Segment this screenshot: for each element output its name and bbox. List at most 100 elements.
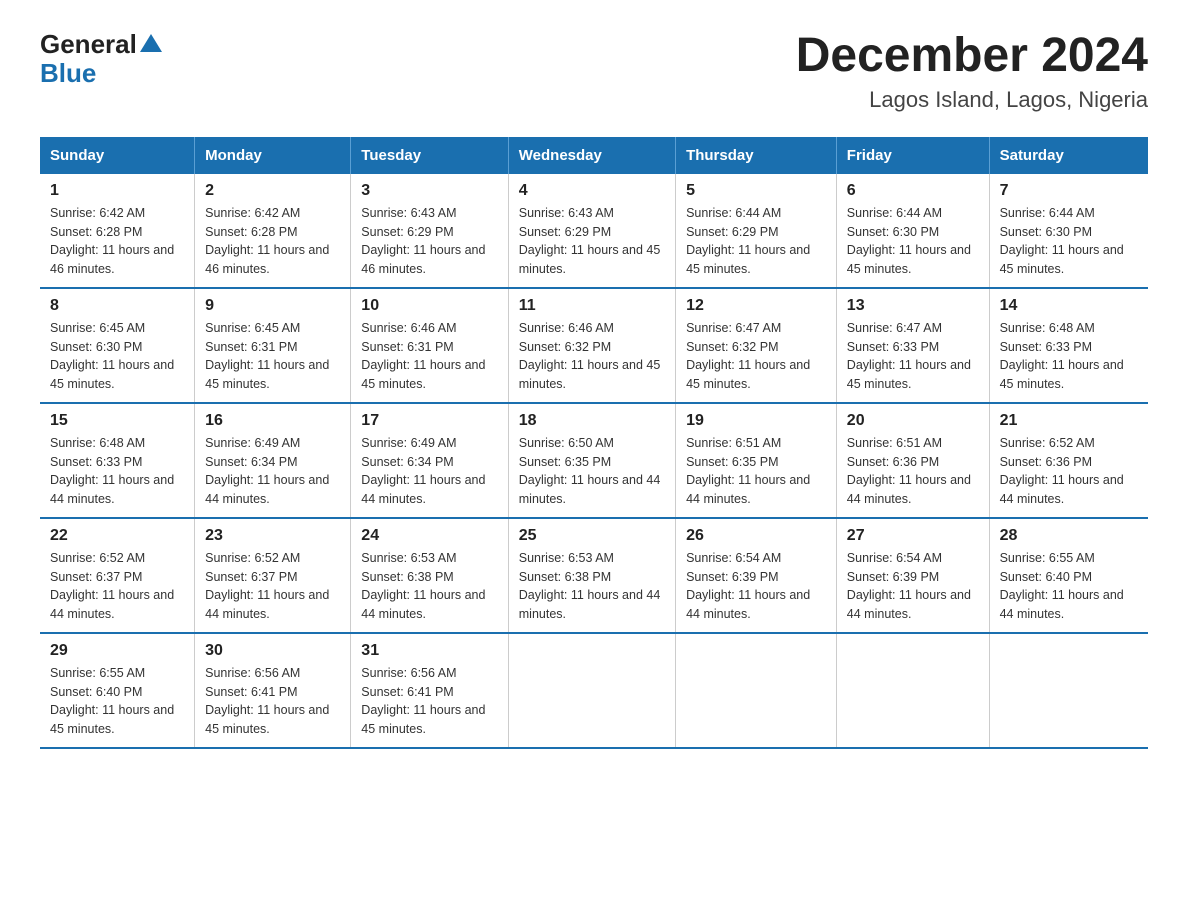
day-info: Sunrise: 6:48 AMSunset: 6:33 PMDaylight:… [1000, 319, 1138, 394]
calendar-cell: 21Sunrise: 6:52 AMSunset: 6:36 PMDayligh… [989, 403, 1148, 518]
day-number: 17 [361, 412, 497, 430]
day-info: Sunrise: 6:45 AMSunset: 6:30 PMDaylight:… [50, 319, 184, 394]
calendar-cell [836, 633, 989, 748]
header-saturday: Saturday [989, 137, 1148, 174]
day-info: Sunrise: 6:55 AMSunset: 6:40 PMDaylight:… [50, 664, 184, 739]
day-number: 30 [205, 642, 340, 660]
header-monday: Monday [195, 137, 351, 174]
day-number: 10 [361, 297, 497, 315]
header-wednesday: Wednesday [508, 137, 675, 174]
title-block: December 2024 Lagos Island, Lagos, Niger… [796, 30, 1148, 113]
calendar-cell: 30 Sunrise: 6:56 AMSunset: 6:41 PMDayligh… [195, 633, 351, 748]
day-number: 22 [50, 527, 184, 545]
day-info: Sunrise: 6:52 AMSunset: 6:37 PMDaylight:… [205, 549, 340, 624]
day-info: Sunrise: 6:54 AMSunset: 6:39 PMDaylight:… [686, 549, 826, 624]
day-number: 23 [205, 527, 340, 545]
day-number: 5 [686, 182, 826, 200]
day-info: Sunrise: 6:43 AMSunset: 6:29 PMDaylight:… [519, 204, 665, 279]
day-number: 6 [847, 182, 979, 200]
header-friday: Friday [836, 137, 989, 174]
logo: General Blue [40, 30, 162, 87]
page-subtitle: Lagos Island, Lagos, Nigeria [796, 87, 1148, 113]
calendar-cell: 29 Sunrise: 6:55 AMSunset: 6:40 PMDayligh… [40, 633, 195, 748]
logo-general: General [40, 30, 137, 59]
day-info: Sunrise: 6:51 AMSunset: 6:35 PMDaylight:… [686, 434, 826, 509]
calendar-week-row: 1 Sunrise: 6:42 AMSunset: 6:28 PMDaylight… [40, 174, 1148, 288]
day-number: 11 [519, 297, 665, 315]
day-info: Sunrise: 6:42 AMSunset: 6:28 PMDaylight:… [205, 204, 340, 279]
calendar-cell [676, 633, 837, 748]
calendar-cell: 9 Sunrise: 6:45 AMSunset: 6:31 PMDaylight… [195, 288, 351, 403]
day-number: 7 [1000, 182, 1138, 200]
calendar-cell: 14Sunrise: 6:48 AMSunset: 6:33 PMDayligh… [989, 288, 1148, 403]
calendar-cell: 3 Sunrise: 6:43 AMSunset: 6:29 PMDaylight… [351, 174, 508, 288]
day-info: Sunrise: 6:49 AMSunset: 6:34 PMDaylight:… [361, 434, 497, 509]
day-info: Sunrise: 6:42 AMSunset: 6:28 PMDaylight:… [50, 204, 184, 279]
calendar-cell: 22 Sunrise: 6:52 AMSunset: 6:37 PMDayligh… [40, 518, 195, 633]
day-number: 19 [686, 412, 826, 430]
calendar-cell: 23 Sunrise: 6:52 AMSunset: 6:37 PMDayligh… [195, 518, 351, 633]
calendar-cell: 16Sunrise: 6:49 AMSunset: 6:34 PMDayligh… [195, 403, 351, 518]
day-number: 16 [205, 412, 340, 430]
day-number: 8 [50, 297, 184, 315]
day-number: 15 [50, 412, 184, 430]
day-info: Sunrise: 6:53 AMSunset: 6:38 PMDaylight:… [361, 549, 497, 624]
day-number: 3 [361, 182, 497, 200]
day-number: 26 [686, 527, 826, 545]
day-number: 2 [205, 182, 340, 200]
calendar-cell: 25 Sunrise: 6:53 AMSunset: 6:38 PMDayligh… [508, 518, 675, 633]
calendar-cell: 10 Sunrise: 6:46 AMSunset: 6:31 PMDayligh… [351, 288, 508, 403]
day-info: Sunrise: 6:52 AMSunset: 6:37 PMDaylight:… [50, 549, 184, 624]
day-number: 21 [1000, 412, 1138, 430]
calendar-cell: 31 Sunrise: 6:56 AMSunset: 6:41 PMDayligh… [351, 633, 508, 748]
day-info: Sunrise: 6:53 AMSunset: 6:38 PMDaylight:… [519, 549, 665, 624]
day-info: Sunrise: 6:46 AMSunset: 6:31 PMDaylight:… [361, 319, 497, 394]
calendar-table: SundayMondayTuesdayWednesdayThursdayFrid… [40, 137, 1148, 749]
day-number: 29 [50, 642, 184, 660]
day-number: 27 [847, 527, 979, 545]
calendar-cell: 26 Sunrise: 6:54 AMSunset: 6:39 PMDayligh… [676, 518, 837, 633]
day-number: 28 [1000, 527, 1138, 545]
day-number: 1 [50, 182, 184, 200]
calendar-cell: 8 Sunrise: 6:45 AMSunset: 6:30 PMDaylight… [40, 288, 195, 403]
calendar-cell [989, 633, 1148, 748]
day-info: Sunrise: 6:56 AMSunset: 6:41 PMDaylight:… [205, 664, 340, 739]
day-info: Sunrise: 6:46 AMSunset: 6:32 PMDaylight:… [519, 319, 665, 394]
calendar-cell: 18Sunrise: 6:50 AMSunset: 6:35 PMDayligh… [508, 403, 675, 518]
day-info: Sunrise: 6:56 AMSunset: 6:41 PMDaylight:… [361, 664, 497, 739]
day-number: 9 [205, 297, 340, 315]
day-info: Sunrise: 6:43 AMSunset: 6:29 PMDaylight:… [361, 204, 497, 279]
day-number: 4 [519, 182, 665, 200]
calendar-cell: 17 Sunrise: 6:49 AMSunset: 6:34 PMDayligh… [351, 403, 508, 518]
calendar-cell: 6 Sunrise: 6:44 AMSunset: 6:30 PMDaylight… [836, 174, 989, 288]
calendar-week-row: 15Sunrise: 6:48 AMSunset: 6:33 PMDayligh… [40, 403, 1148, 518]
day-info: Sunrise: 6:51 AMSunset: 6:36 PMDaylight:… [847, 434, 979, 509]
calendar-cell: 12Sunrise: 6:47 AMSunset: 6:32 PMDayligh… [676, 288, 837, 403]
calendar-cell: 15Sunrise: 6:48 AMSunset: 6:33 PMDayligh… [40, 403, 195, 518]
calendar-cell: 20 Sunrise: 6:51 AMSunset: 6:36 PMDayligh… [836, 403, 989, 518]
calendar-week-row: 22 Sunrise: 6:52 AMSunset: 6:37 PMDayligh… [40, 518, 1148, 633]
day-info: Sunrise: 6:44 AMSunset: 6:29 PMDaylight:… [686, 204, 826, 279]
day-info: Sunrise: 6:54 AMSunset: 6:39 PMDaylight:… [847, 549, 979, 624]
calendar-cell: 24 Sunrise: 6:53 AMSunset: 6:38 PMDayligh… [351, 518, 508, 633]
day-number: 31 [361, 642, 497, 660]
calendar-cell: 1 Sunrise: 6:42 AMSunset: 6:28 PMDaylight… [40, 174, 195, 288]
day-number: 20 [847, 412, 979, 430]
calendar-cell: 13 Sunrise: 6:47 AMSunset: 6:33 PMDayligh… [836, 288, 989, 403]
logo-blue: Blue [40, 59, 96, 88]
day-number: 24 [361, 527, 497, 545]
day-number: 12 [686, 297, 826, 315]
calendar-week-row: 8 Sunrise: 6:45 AMSunset: 6:30 PMDaylight… [40, 288, 1148, 403]
day-info: Sunrise: 6:47 AMSunset: 6:33 PMDaylight:… [847, 319, 979, 394]
day-number: 13 [847, 297, 979, 315]
day-info: Sunrise: 6:45 AMSunset: 6:31 PMDaylight:… [205, 319, 340, 394]
calendar-cell: 4 Sunrise: 6:43 AMSunset: 6:29 PMDaylight… [508, 174, 675, 288]
calendar-cell: 28 Sunrise: 6:55 AMSunset: 6:40 PMDayligh… [989, 518, 1148, 633]
day-number: 18 [519, 412, 665, 430]
day-info: Sunrise: 6:44 AMSunset: 6:30 PMDaylight:… [1000, 204, 1138, 279]
day-info: Sunrise: 6:55 AMSunset: 6:40 PMDaylight:… [1000, 549, 1138, 624]
calendar-week-row: 29 Sunrise: 6:55 AMSunset: 6:40 PMDayligh… [40, 633, 1148, 748]
calendar-cell: 11 Sunrise: 6:46 AMSunset: 6:32 PMDayligh… [508, 288, 675, 403]
day-info: Sunrise: 6:44 AMSunset: 6:30 PMDaylight:… [847, 204, 979, 279]
day-number: 25 [519, 527, 665, 545]
